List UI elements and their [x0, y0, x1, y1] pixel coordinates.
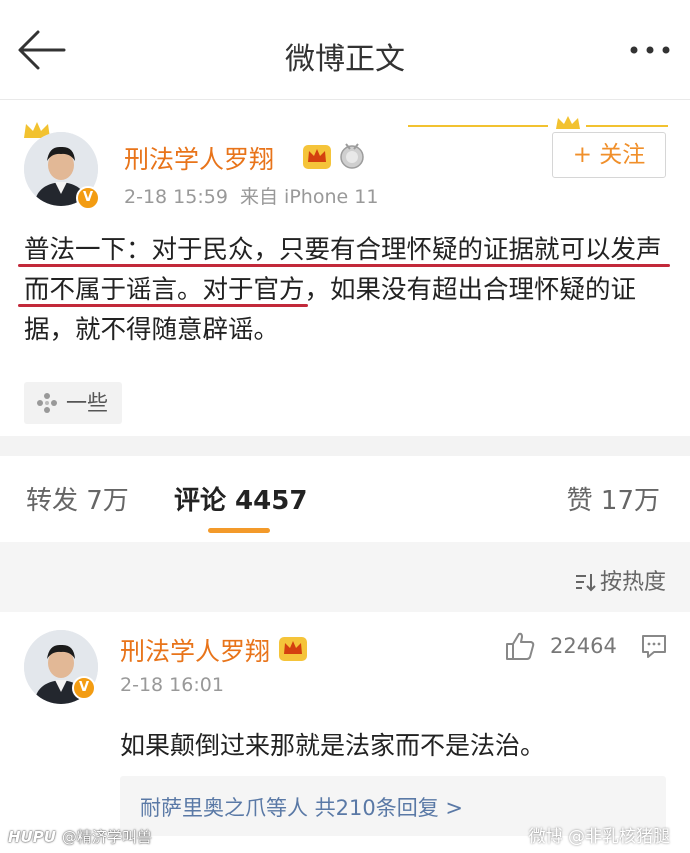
verified-badge-icon: V: [72, 676, 96, 700]
post-meta: 2-18 15:59 来自 iPhone 11: [124, 182, 378, 209]
member-crown-icon: [279, 637, 307, 661]
highlight-underline: [18, 304, 308, 307]
watermark-user: @精济学叫兽: [61, 828, 152, 846]
comment-item: V 刑法学人罗翔 2-18 16:01 22464 如果颠倒过来那就是法家而不是…: [0, 612, 690, 853]
verified-badge-icon: V: [76, 186, 100, 210]
reply-summary-link[interactable]: 耐萨里奥之爪等人 共210条回复 >: [140, 792, 463, 822]
follow-button[interactable]: + 关注: [552, 132, 666, 178]
post-time: 2-18 15:59: [124, 186, 228, 208]
interaction-tabs: 转发 7万 评论 4457 赞 17万: [0, 456, 690, 542]
tab-comment[interactable]: 评论 4457: [174, 480, 307, 517]
group-tag[interactable]: 一些: [24, 382, 122, 424]
thumbs-up-icon[interactable]: [504, 630, 536, 662]
weibo-post: V 刑法学人罗翔 2-18 15:59 来自 iPhone 11 + 关注 普法…: [0, 102, 690, 436]
sort-bar: 按热度: [0, 542, 690, 612]
crown-line-decoration: [408, 116, 668, 129]
comment-time: 2-18 16:01: [120, 674, 224, 696]
post-source: 来自 iPhone 11: [240, 186, 379, 208]
sort-label: 按热度: [599, 570, 666, 595]
page-title: 微博正文: [285, 42, 405, 77]
post-content: 普法一下：对于民众，只要有合理怀疑的证据就可以发声而不属于谣言。对于官方，如果没…: [24, 235, 662, 345]
medal-icon: [340, 143, 364, 169]
active-tab-indicator: [208, 528, 270, 533]
hupu-logo-text: HUPU: [8, 828, 56, 846]
tab-repost[interactable]: 转发 7万: [26, 480, 129, 517]
group-tag-label: 一些: [66, 391, 108, 415]
comment-like-count: 22464: [550, 634, 617, 658]
hupu-watermark: HUPU @精济学叫兽: [8, 826, 152, 847]
member-crown-icon: [303, 145, 331, 169]
commenter-name[interactable]: 刑法学人罗翔: [120, 632, 270, 668]
sort-by-heat-button[interactable]: 按热度: [574, 564, 666, 596]
flower-icon: [37, 393, 57, 413]
sort-icon: [575, 574, 596, 592]
section-divider: [0, 436, 690, 456]
comment-text: 如果颠倒过来那就是法家而不是法治。: [120, 731, 546, 760]
comment-reply-icon[interactable]: [640, 632, 668, 660]
author-name[interactable]: 刑法学人罗翔: [124, 140, 274, 176]
top-nav-bar: 微博正文: [0, 0, 690, 100]
tab-like[interactable]: 赞 17万: [567, 480, 660, 517]
more-options-icon[interactable]: [628, 44, 672, 56]
highlight-underline: [18, 264, 670, 267]
weibo-watermark: 微博 @非乳核猪腿: [528, 827, 670, 847]
